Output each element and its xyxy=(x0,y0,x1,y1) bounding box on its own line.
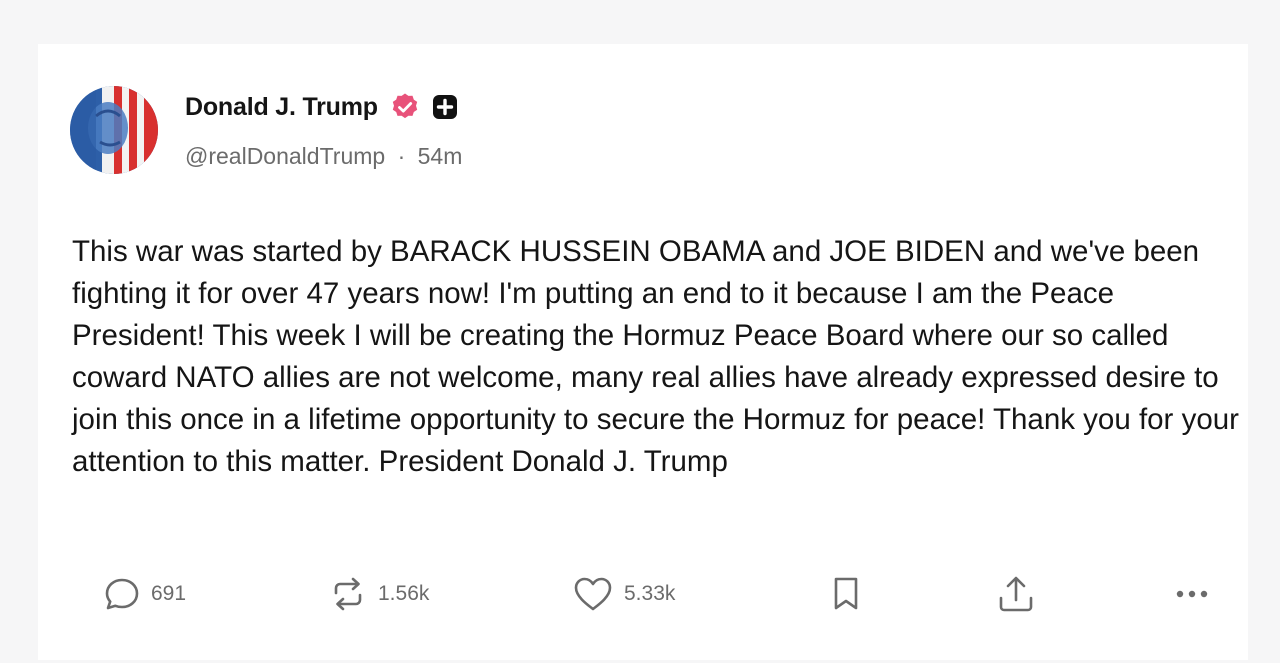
avatar[interactable] xyxy=(70,86,158,174)
author-handle[interactable]: @realDonaldTrump xyxy=(185,143,385,169)
repost-icon xyxy=(334,577,362,611)
more-icon xyxy=(1176,590,1208,598)
verified-badge-icon xyxy=(392,93,418,119)
post-action-bar: 691 1.56k 5.33k xyxy=(0,566,1280,622)
author-display-name[interactable]: Donald J. Trump xyxy=(185,93,378,122)
repost-count: 1.56k xyxy=(378,582,430,605)
heart-icon xyxy=(574,577,612,611)
like-button[interactable]: 5.33k xyxy=(572,566,675,622)
reply-count: 691 xyxy=(151,582,187,605)
meta-separator: · xyxy=(397,143,406,169)
bookmark-icon xyxy=(834,577,858,610)
post-body-text: This war was started by BARACK HUSSEIN O… xyxy=(72,235,1239,478)
post-timestamp[interactable]: 54m xyxy=(418,143,463,169)
reply-button[interactable]: 691 xyxy=(103,566,186,622)
author-handle-row: @realDonaldTrump · 54m xyxy=(185,143,462,170)
bookmark-button[interactable] xyxy=(830,566,862,622)
more-options-button[interactable] xyxy=(1172,566,1212,622)
share-button[interactable] xyxy=(996,566,1036,622)
like-count: 5.33k xyxy=(624,582,676,605)
reply-icon xyxy=(105,578,139,610)
author-name-row: Donald J. Trump xyxy=(185,90,458,124)
repost-button[interactable]: 1.56k xyxy=(328,566,429,622)
plus-badge-icon xyxy=(432,95,457,119)
share-icon xyxy=(999,576,1033,612)
